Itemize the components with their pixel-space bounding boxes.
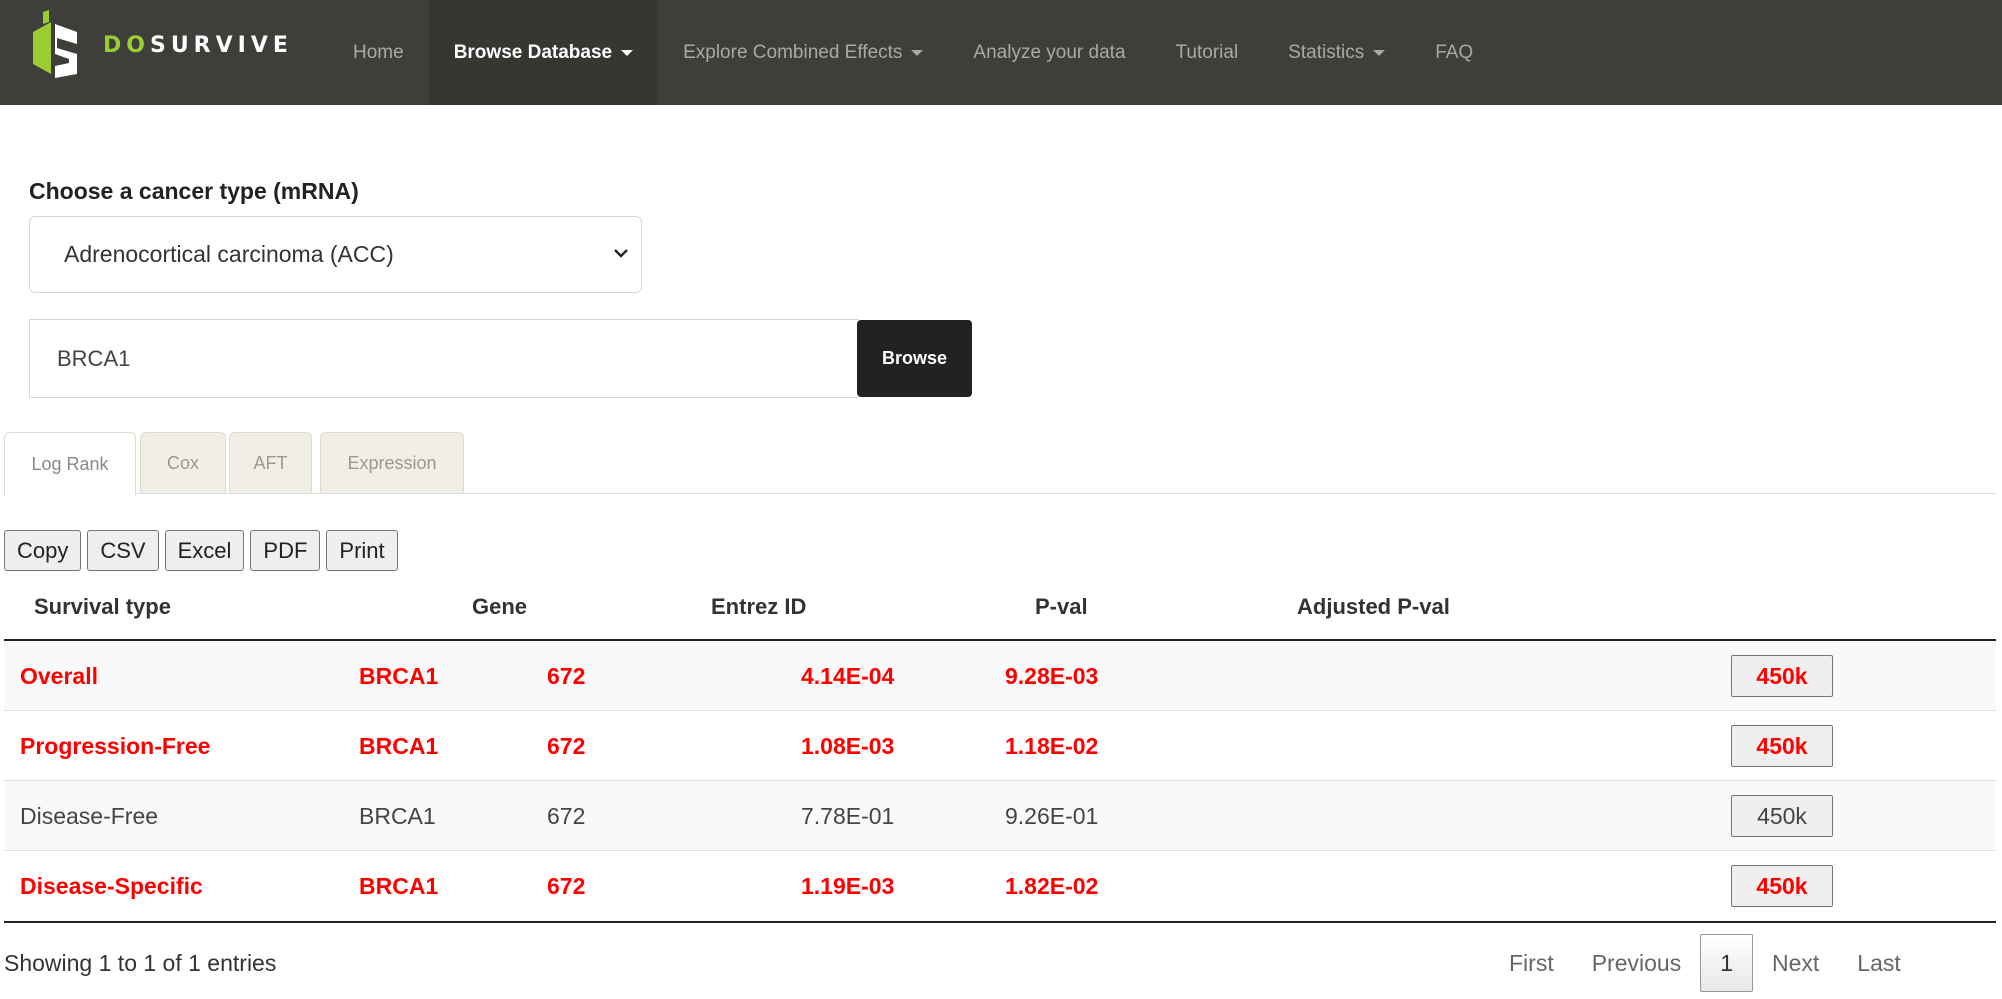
nav-item-analyze-your-data[interactable]: Analyze your data xyxy=(948,0,1150,105)
table-row: Progression-Free BRCA1 672 1.08E-03 1.18E-02… xyxy=(4,711,1996,781)
gene-search-input[interactable]: BRCA1 xyxy=(29,319,859,398)
tab-label: AFT xyxy=(253,452,288,473)
brand-name: DOSURVIVE xyxy=(103,32,293,58)
cell-p-val: 1.08E-03 xyxy=(801,733,895,759)
gene-search-value: BRCA1 xyxy=(57,345,131,371)
pagination: First Previous 1 Next Last xyxy=(1490,933,1920,993)
nav-item-statistics[interactable]: Statistics xyxy=(1263,0,1410,105)
nav-item-label: Statistics xyxy=(1288,41,1365,63)
tab-label: Cox xyxy=(166,452,199,473)
cell-adjusted-p-val: 1.82E-02 xyxy=(1005,873,1099,899)
analysis-tabs: Log Rank Cox AFT Expression xyxy=(4,432,1996,495)
excel-button[interactable]: Excel xyxy=(164,530,245,571)
cell-gene: BRCA1 xyxy=(359,733,439,759)
main-menu: Home Browse Database Explore Combined Effe… xyxy=(328,0,1498,105)
pagination-next[interactable]: Next xyxy=(1753,934,1838,992)
table-body: Overall BRCA1 672 4.14E-04 9.28E-03 450k Progr… xyxy=(4,641,1996,923)
table-row: Disease-Free BRCA1 672 7.78E-01 9.26E-01 450k xyxy=(4,781,1996,851)
methylation-450k-button[interactable]: 450k xyxy=(1731,795,1833,837)
pagination-last[interactable]: Last xyxy=(1838,934,1919,992)
pdf-button[interactable]: PDF xyxy=(250,530,321,571)
cell-gene: BRCA1 xyxy=(359,663,439,689)
cell-gene: BRCA1 xyxy=(359,803,436,829)
cell-p-val: 4.14E-04 xyxy=(801,663,895,689)
cell-survival-type: Progression-Free xyxy=(20,733,211,759)
pagination-first[interactable]: First xyxy=(1490,934,1573,992)
nav-item-tutorial[interactable]: Tutorial xyxy=(1151,0,1264,105)
cell-entrez-id: 672 xyxy=(547,803,586,829)
pagination-page-current[interactable]: 1 xyxy=(1700,934,1753,992)
table-info: Showing 1 to 1 of 1 entries xyxy=(4,950,277,976)
cancer-type-value: Adrenocortical carcinoma (ACC) xyxy=(64,241,394,267)
cell-gene: BRCA1 xyxy=(359,873,439,899)
methylation-450k-button[interactable]: 450k xyxy=(1731,865,1833,907)
table-header: Survival type Gene Entrez ID P-val Adjus… xyxy=(4,582,1996,641)
csv-button[interactable]: CSV xyxy=(87,530,159,571)
column-header-gene[interactable]: Gene xyxy=(472,594,527,620)
tab-cox[interactable]: Cox xyxy=(140,432,226,493)
cell-p-val: 7.78E-01 xyxy=(801,803,895,829)
cell-entrez-id: 672 xyxy=(547,873,586,899)
caret-down-icon xyxy=(911,49,924,56)
cell-p-val: 1.19E-03 xyxy=(801,873,895,899)
nav-item-browse-database[interactable]: Browse Database xyxy=(428,0,659,105)
cell-survival-type: Disease-Free xyxy=(20,803,159,829)
cell-entrez-id: 672 xyxy=(547,663,586,689)
chevron-down-icon xyxy=(614,249,628,258)
brand-logo[interactable]: DOSURVIVE xyxy=(29,10,293,80)
top-navbar: DOSURVIVE Home Browse Database Explore Com… xyxy=(0,0,2002,105)
tab-log-rank[interactable]: Log Rank xyxy=(4,432,136,495)
results-table: Survival type Gene Entrez ID P-val Adjus… xyxy=(4,582,1996,923)
column-header-p-val[interactable]: P-val xyxy=(1035,594,1088,620)
tab-label: Expression xyxy=(347,452,437,473)
nav-item-label: Explore Combined Effects xyxy=(683,41,903,63)
column-header-survival-type[interactable]: Survival type xyxy=(34,594,171,620)
tab-expression[interactable]: Expression xyxy=(320,432,464,493)
tab-label: Log Rank xyxy=(31,453,109,474)
methylation-450k-button[interactable]: 450k xyxy=(1731,725,1833,767)
cell-adjusted-p-val: 1.18E-02 xyxy=(1005,733,1099,759)
nav-item-home[interactable]: Home xyxy=(328,0,429,105)
copy-button[interactable]: Copy xyxy=(4,530,82,571)
nav-item-label: Home xyxy=(353,41,404,63)
cell-survival-type: Disease-Specific xyxy=(20,873,203,899)
nav-item-label: FAQ xyxy=(1435,41,1474,63)
dosurvive-logo-icon xyxy=(33,10,77,78)
nav-item-faq[interactable]: FAQ xyxy=(1410,0,1498,105)
caret-down-icon xyxy=(621,49,634,56)
print-button[interactable]: Print xyxy=(326,530,398,571)
cancer-type-select[interactable]: Adrenocortical carcinoma (ACC) xyxy=(29,216,642,293)
cell-adjusted-p-val: 9.26E-01 xyxy=(1005,803,1099,829)
nav-item-label: Analyze your data xyxy=(973,41,1126,63)
cell-survival-type: Overall xyxy=(20,663,98,689)
table-row: Overall BRCA1 672 4.14E-04 9.28E-03 450k xyxy=(4,641,1996,711)
caret-down-icon xyxy=(1373,49,1386,56)
nav-item-label: Tutorial xyxy=(1175,41,1239,63)
table-row: Disease-Specific BRCA1 672 1.19E-03 1.82E-02… xyxy=(4,851,1996,923)
tabs-baseline xyxy=(4,493,1996,494)
nav-item-label: Browse Database xyxy=(453,41,613,63)
cell-adjusted-p-val: 9.28E-03 xyxy=(1005,663,1099,689)
cell-entrez-id: 672 xyxy=(547,733,586,759)
tab-aft[interactable]: AFT xyxy=(229,432,312,493)
pagination-previous[interactable]: Previous xyxy=(1573,934,1700,992)
methylation-450k-button[interactable]: 450k xyxy=(1731,655,1833,697)
column-header-entrez-id[interactable]: Entrez ID xyxy=(711,594,806,620)
nav-item-explore-combined-effects[interactable]: Explore Combined Effects xyxy=(658,0,948,105)
column-header-adjusted-p-val[interactable]: Adjusted P-val xyxy=(1297,594,1450,620)
browse-button[interactable]: Browse xyxy=(857,320,972,397)
cancer-type-label: Choose a cancer type (mRNA) xyxy=(29,178,359,204)
export-toolbar: Copy CSV Excel PDF Print xyxy=(4,530,404,571)
